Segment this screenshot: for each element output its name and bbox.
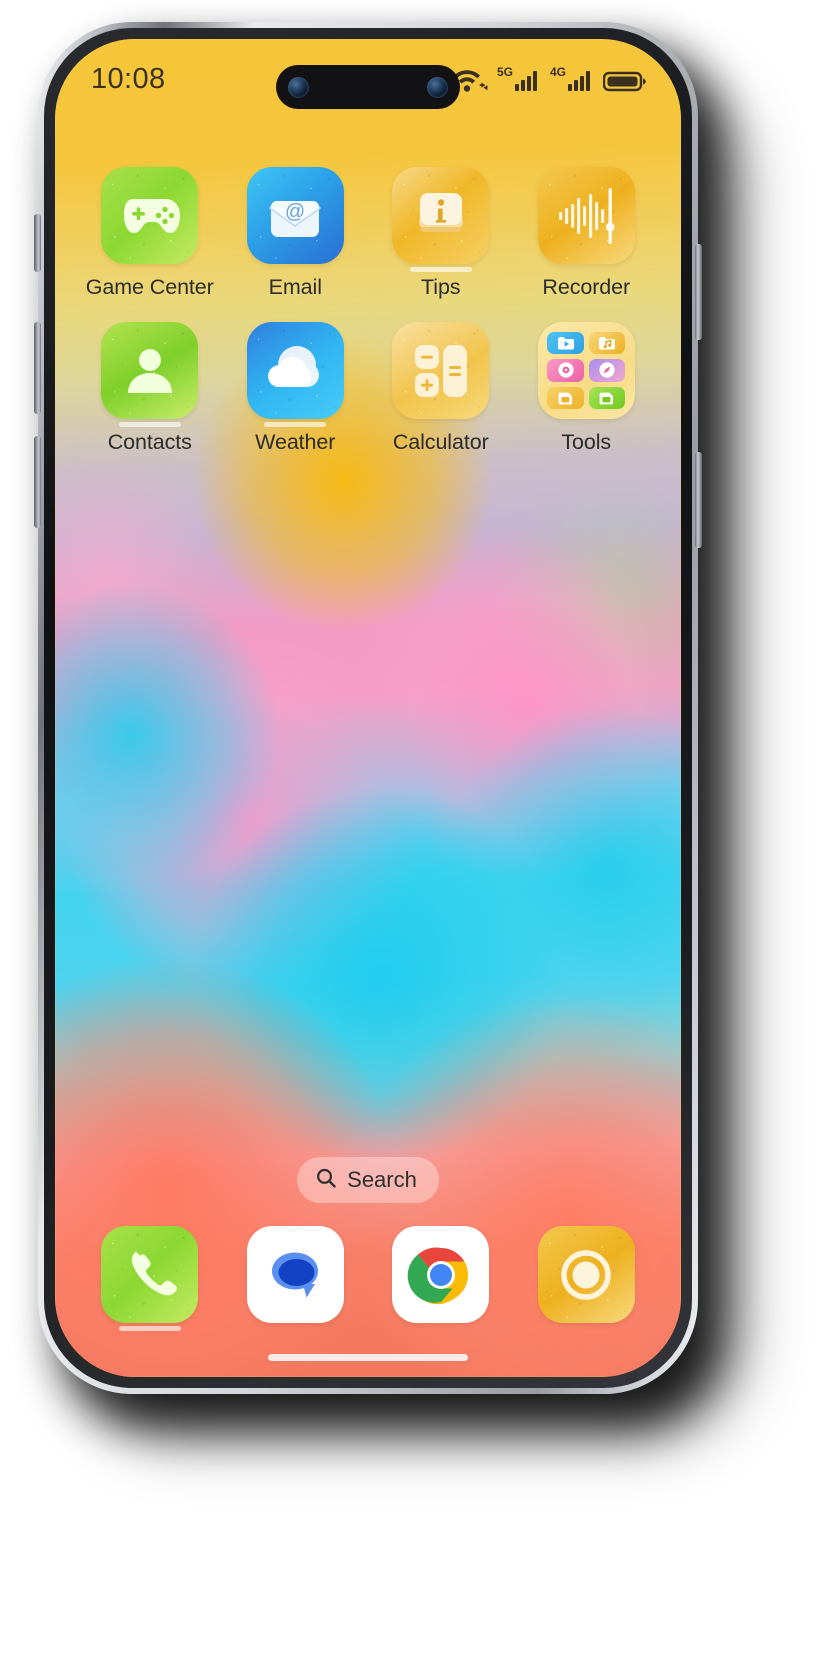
- app-label: Tips: [421, 275, 461, 299]
- app-label: Weather: [255, 430, 336, 454]
- app-label: Tools: [561, 430, 612, 454]
- search-icon: [315, 1167, 337, 1194]
- tips-icon: [392, 167, 490, 264]
- dock-app-messages[interactable]: [223, 1226, 369, 1323]
- search-label: Search: [347, 1167, 417, 1192]
- dock-app-chrome[interactable]: [368, 1226, 514, 1323]
- search-bar[interactable]: Search: [297, 1157, 439, 1203]
- svg-text:@: @: [285, 201, 305, 223]
- icon-shelf: [118, 422, 181, 427]
- app-label: Contacts: [107, 430, 192, 454]
- app-label: Recorder: [542, 275, 631, 299]
- front-camera-lens-right: [427, 76, 448, 98]
- contacts-icon: [101, 322, 199, 419]
- calculator-icon: [392, 322, 490, 419]
- dynamic-island[interactable]: [276, 65, 460, 109]
- phone-screen: 10:08 5G 4G Game Center @ Email Tips Rec…: [55, 39, 681, 1377]
- weather-icon: [246, 322, 344, 419]
- app-calculator[interactable]: Calculator: [368, 322, 514, 455]
- status-bar-clock: 10:08: [91, 62, 166, 95]
- app-grid: Game Center @ Email Tips Recorder Contac…: [55, 167, 681, 477]
- app-row-2: Contacts Weather Calculator Tools: [77, 322, 659, 455]
- front-camera-lens-left: [288, 76, 309, 98]
- app-tools-folder[interactable]: Tools: [514, 322, 660, 455]
- dock: [55, 1226, 681, 1331]
- music-icon: [588, 331, 626, 355]
- phone-icon: [101, 1226, 199, 1323]
- phone-frame: 10:08 5G 4G Game Center @ Email Tips Rec…: [34, 22, 702, 1394]
- app-contacts[interactable]: Contacts: [77, 322, 223, 455]
- video-icon: [547, 331, 584, 355]
- screenshot-root: 10:08 5G 4G Game Center @ Email Tips Rec…: [0, 0, 834, 1677]
- icon-shelf: [118, 1326, 181, 1331]
- tools-folder-icon: [537, 322, 635, 419]
- volume-up-button[interactable]: [34, 322, 41, 414]
- folder-mini-grid: [547, 331, 626, 410]
- battery-icon: [603, 69, 647, 93]
- email-icon: @: [246, 167, 344, 264]
- dock-app-camera[interactable]: [514, 1226, 660, 1323]
- power-button[interactable]: [695, 244, 702, 340]
- app-label: Calculator: [392, 430, 489, 454]
- camera-icon: [537, 1226, 635, 1323]
- home-indicator[interactable]: [268, 1354, 468, 1361]
- signal-4g-label: 4G: [550, 65, 566, 79]
- secondary-side-button[interactable]: [695, 452, 702, 548]
- app-tips[interactable]: Tips: [368, 167, 514, 300]
- music-player-icon: [547, 359, 584, 382]
- recorder-icon: [537, 167, 635, 264]
- sim-card-2-icon: [588, 386, 626, 410]
- app-label: Game Center: [85, 275, 214, 299]
- signal-5g-label: 5G: [497, 65, 513, 79]
- status-bar-indicators: 5G 4G: [454, 65, 647, 93]
- app-row-1: Game Center @ Email Tips Recorder: [77, 167, 659, 300]
- app-email[interactable]: @ Email: [223, 167, 369, 300]
- icon-shelf: [264, 422, 327, 427]
- app-weather[interactable]: Weather: [223, 322, 369, 455]
- volume-down-button[interactable]: [34, 436, 41, 528]
- silent-switch-button[interactable]: [34, 214, 41, 272]
- signal-4g-icon: 4G: [550, 65, 594, 93]
- dock-app-phone[interactable]: [77, 1226, 223, 1331]
- signal-5g-icon: 5G: [497, 65, 541, 93]
- messages-icon: [246, 1226, 344, 1323]
- sim-card-1-icon: [547, 386, 584, 410]
- chrome-icon: [392, 1226, 490, 1323]
- game-center-icon: [101, 167, 199, 264]
- app-recorder[interactable]: Recorder: [514, 167, 660, 300]
- app-label: Email: [268, 275, 322, 299]
- compass-icon: [588, 359, 626, 382]
- icon-shelf: [409, 267, 472, 272]
- app-game-center[interactable]: Game Center: [77, 167, 223, 300]
